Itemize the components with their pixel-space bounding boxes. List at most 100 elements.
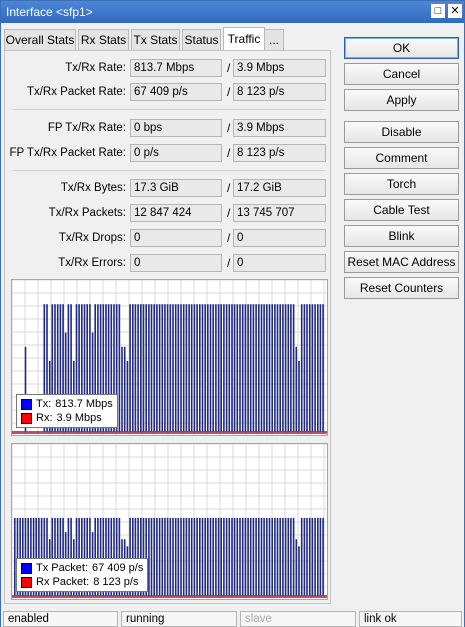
packet-tx-bar <box>268 517 271 596</box>
packet-tx-bar <box>201 517 204 596</box>
tx-packet-swatch <box>21 562 32 574</box>
packet-tx-bar <box>308 517 311 596</box>
fp-rx-packet-rate-field: 8 123 p/s <box>233 144 326 162</box>
packet-tx-bar <box>279 517 281 596</box>
packet-tx-bar <box>190 517 193 596</box>
bytes-row: Tx/Rx Bytes: 17.3 GiB / 17.2 GiB <box>5 178 332 198</box>
packet-tx-bar <box>169 517 172 596</box>
cable-test-button[interactable]: Cable Test <box>344 199 459 221</box>
traffic-tx-bar <box>118 304 121 432</box>
traffic-tx-bar <box>308 304 311 432</box>
traffic-tx-bar <box>274 304 276 432</box>
packet-tx-bar <box>292 517 295 596</box>
traffic-tx-bar <box>247 304 249 432</box>
fp-rate-row: FP Tx/Rx Rate: 0 bps / 3.9 Mbps <box>5 118 332 138</box>
status-bar: enabled running slave link ok <box>1 610 464 627</box>
packet-tx-bar <box>161 517 164 596</box>
packet-tx-bar <box>164 517 166 596</box>
blink-button[interactable]: Blink <box>344 225 459 247</box>
packet-tx-bar <box>185 517 188 596</box>
status-enabled: enabled <box>3 611 118 627</box>
rx-packet-legend-label: Rx Packet: <box>36 576 90 588</box>
packet-tx-bar <box>311 517 314 596</box>
traffic-tx-bar <box>132 304 134 432</box>
torch-button[interactable]: Torch <box>344 173 459 195</box>
maximize-icon[interactable]: □ <box>431 4 445 18</box>
apply-button[interactable]: Apply <box>344 89 459 111</box>
reset-counters-button[interactable]: Reset Counters <box>344 277 459 299</box>
packets-label: Tx/Rx Packets: <box>48 207 126 219</box>
traffic-tx-bar <box>185 304 188 432</box>
traffic-tx-bar <box>266 304 268 432</box>
packet-tx-bar <box>215 517 217 596</box>
packet-tx-bar <box>193 517 196 596</box>
tab-tx-stats[interactable]: Tx Stats <box>131 29 180 50</box>
rx-rate-field: 3.9 Mbps <box>233 59 326 77</box>
packet-tx-bar <box>271 517 273 596</box>
tab-more[interactable]: ... <box>264 29 284 50</box>
traffic-tx-bar <box>236 304 239 432</box>
packets-row: Tx/Rx Packets: 12 847 424 / 13 745 707 <box>5 203 332 223</box>
traffic-tx-bar <box>215 304 217 432</box>
packet-tx-bar <box>314 517 316 596</box>
traffic-tx-bar <box>182 304 185 432</box>
traffic-tx-bar <box>121 346 123 432</box>
packet-tx-bar <box>298 546 300 596</box>
traffic-tx-bar <box>123 346 126 432</box>
traffic-tx-bar <box>201 304 204 432</box>
packet-tx-bar <box>207 517 209 596</box>
packet-tx-bar <box>233 517 236 596</box>
traffic-tx-bar <box>255 304 257 432</box>
traffic-tx-bar <box>239 304 241 432</box>
packet-tx-bar <box>322 517 324 596</box>
packet-tx-bar <box>220 517 222 596</box>
packet-rate-separator: / <box>227 85 231 99</box>
packet-tx-bar <box>225 517 228 596</box>
rx-drops-field: 0 <box>233 229 326 247</box>
packet-tx-bar <box>231 517 233 596</box>
bytes-separator: / <box>227 181 231 195</box>
rx-legend-item: Rx: 3.9 Mbps <box>21 411 113 425</box>
fp-rate-label: FP Tx/Rx Rate: <box>47 122 126 134</box>
traffic-tx-bar <box>207 304 209 432</box>
disable-button[interactable]: Disable <box>344 121 459 143</box>
traffic-tx-bar <box>314 304 316 432</box>
status-link: link ok <box>359 611 462 627</box>
traffic-tx-bar <box>140 304 142 432</box>
comment-button[interactable]: Comment <box>344 147 459 169</box>
tab-overall-stats[interactable]: Overall Stats <box>4 29 76 50</box>
tx-packet-legend-item: Tx Packet: 67 409 p/s <box>21 561 143 575</box>
traffic-tx-bar <box>263 304 265 432</box>
packet-tx-bar <box>266 517 268 596</box>
close-icon[interactable]: ✕ <box>448 4 462 18</box>
tx-drops-field: 0 <box>130 229 222 247</box>
packet-tx-bar <box>153 517 155 596</box>
tx-packets-field: 12 847 424 <box>130 204 222 222</box>
traffic-tx-bar <box>164 304 166 432</box>
tab-status[interactable]: Status <box>182 29 221 50</box>
tab-rx-stats[interactable]: Rx Stats <box>78 29 129 50</box>
tab-traffic[interactable]: Traffic <box>223 27 265 50</box>
fp-packet-rate-label: FP Tx/Rx Packet Rate: <box>9 147 126 159</box>
ok-button[interactable]: OK <box>344 37 459 59</box>
packet-tx-bar <box>319 517 322 596</box>
traffic-tx-bar <box>228 304 231 432</box>
packet-tx-bar <box>287 517 290 596</box>
traffic-tx-bar <box>196 304 198 432</box>
packet-tx-bar <box>276 517 279 596</box>
packet-rx-line <box>12 595 327 598</box>
packet-tx-bar <box>166 517 169 596</box>
packet-tx-bar <box>172 517 174 596</box>
traffic-tx-bar <box>268 304 271 432</box>
rx-legend-value: 3.9 Mbps <box>56 412 102 424</box>
traffic-tx-bar <box>177 304 180 432</box>
traffic-tx-bar <box>282 304 284 432</box>
traffic-tx-bar <box>260 304 263 432</box>
cancel-button[interactable]: Cancel <box>344 63 459 85</box>
packet-tx-bar <box>217 517 220 596</box>
title-bar[interactable]: Interface <sfp1> □ ✕ <box>1 1 464 23</box>
fp-packet-rate-separator: / <box>227 146 231 160</box>
reset-mac-address-button[interactable]: Reset MAC Address <box>344 251 459 273</box>
fp-rate-separator: / <box>227 121 231 135</box>
traffic-tx-bar <box>212 304 214 432</box>
